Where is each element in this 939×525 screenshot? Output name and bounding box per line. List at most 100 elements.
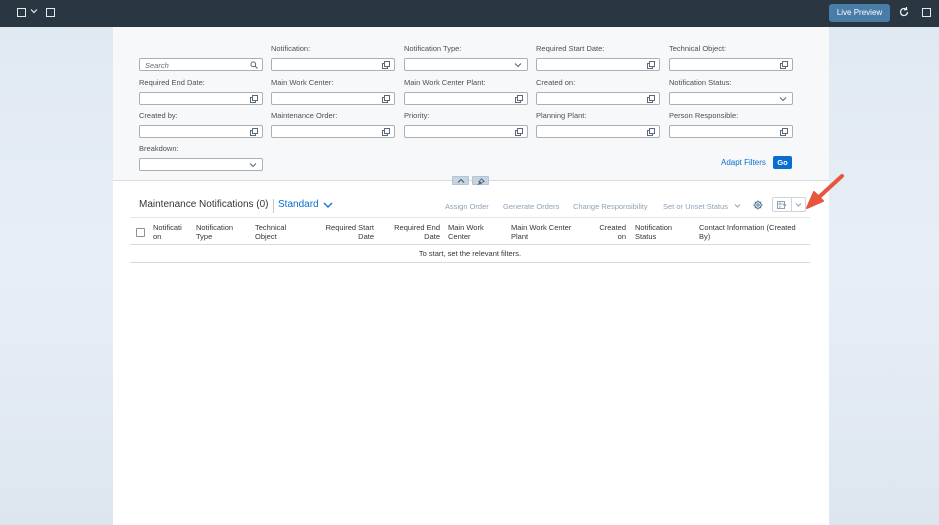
column-header-text: on: [153, 232, 162, 241]
technical-object-field[interactable]: [669, 58, 793, 71]
value-help-icon[interactable]: [780, 128, 788, 136]
column-header-text: Date: [424, 232, 440, 241]
collapse-header-button[interactable]: [452, 176, 469, 185]
column-header-text: Main Work: [448, 223, 484, 232]
filter-technical-object: Technical Object:: [669, 44, 793, 71]
filter-notification-status: Notification Status:: [669, 78, 793, 105]
maintenance-order-field[interactable]: [271, 125, 395, 138]
variant-chevron-icon[interactable]: [323, 201, 333, 209]
value-help-icon[interactable]: [647, 61, 655, 69]
value-help-icon[interactable]: [250, 95, 258, 103]
column-header-text: on: [617, 232, 626, 241]
filter-created-by: Created by:: [139, 111, 263, 138]
assign-order-button[interactable]: Assign Order: [445, 202, 489, 211]
chevron-down-icon[interactable]: [30, 7, 38, 17]
filter-notification-type: Notification Type:: [404, 44, 528, 71]
go-button[interactable]: Go: [773, 156, 792, 169]
filter-main-work-center-plant: Main Work Center Plant:: [404, 78, 528, 105]
filter-label: Notification:: [271, 44, 311, 53]
required-start-date-field[interactable]: [536, 58, 660, 71]
column-header-required-end-date[interactable]: Required End Date: [380, 223, 440, 241]
square-icon[interactable]: [46, 8, 55, 17]
column-header-contact-information[interactable]: Contact Information (Created By): [699, 223, 809, 241]
column-header-text: Notificati: [153, 223, 182, 232]
filter-priority: Priority:: [404, 111, 528, 138]
column-header-main-work-center-plant[interactable]: Main Work Center Plant: [511, 223, 586, 241]
export-chevron-icon[interactable]: [795, 202, 802, 208]
filter-bar: Search Notification: Notification Type: …: [113, 27, 829, 185]
filter-label: Person Responsible:: [669, 111, 739, 120]
priority-field[interactable]: [404, 125, 528, 138]
column-header-text: Technical: [255, 223, 287, 232]
filter-label: Required Start Date:: [536, 44, 605, 53]
column-header-notification-status[interactable]: Notification Status: [635, 223, 690, 241]
adapt-filters-link[interactable]: Adapt Filters: [721, 158, 766, 167]
filter-search: Search: [139, 44, 263, 71]
filter-label: Required End Date:: [139, 78, 205, 87]
column-header-notification[interactable]: Notificati on: [153, 223, 189, 241]
filter-label: [139, 44, 263, 55]
export-divider: [791, 198, 792, 211]
filter-label: Breakdown:: [139, 144, 179, 153]
column-header-text: Object: [255, 232, 277, 241]
search-icon[interactable]: [250, 61, 258, 69]
maximize-icon[interactable]: [922, 8, 931, 17]
gear-icon[interactable]: [753, 200, 763, 210]
filter-created-on: Created on:: [536, 78, 660, 105]
main-work-center-plant-field[interactable]: [404, 92, 528, 105]
planning-plant-field[interactable]: [536, 125, 660, 138]
search-input[interactable]: Search: [139, 58, 263, 71]
filter-planning-plant: Planning Plant:: [536, 111, 660, 138]
filter-label: Main Work Center:: [271, 78, 334, 87]
pin-header-button[interactable]: [472, 176, 489, 185]
column-header-text: Contact Information (Created: [699, 223, 796, 232]
value-help-icon[interactable]: [382, 128, 390, 136]
value-help-icon[interactable]: [647, 95, 655, 103]
chevron-up-icon: [457, 178, 465, 183]
filter-main-work-center: Main Work Center:: [271, 78, 395, 105]
value-help-icon[interactable]: [780, 61, 788, 69]
filter-label: Technical Object:: [669, 44, 727, 53]
column-header-text: Status: [635, 232, 657, 241]
main-work-center-field[interactable]: [271, 92, 395, 105]
variant-selector[interactable]: Standard: [278, 199, 319, 210]
value-help-icon[interactable]: [515, 128, 523, 136]
value-help-icon[interactable]: [647, 128, 655, 136]
created-on-field[interactable]: [536, 92, 660, 105]
filter-notification: Notification:: [271, 44, 395, 71]
filter-required-end-date: Required End Date:: [139, 78, 263, 105]
empty-table-message: To start, set the relevant filters.: [130, 245, 810, 263]
status-chevron-icon[interactable]: [734, 203, 741, 209]
value-help-icon[interactable]: [382, 95, 390, 103]
live-preview-button[interactable]: Live Preview: [829, 4, 890, 22]
value-help-icon[interactable]: [382, 61, 390, 69]
column-header-text: By): [699, 232, 711, 241]
notification-field[interactable]: [271, 58, 395, 71]
export-spreadsheet-icon[interactable]: [777, 200, 787, 210]
breakdown-select[interactable]: [139, 158, 263, 171]
dropdown-icon[interactable]: [779, 95, 787, 103]
change-responsibility-button[interactable]: Change Responsibility: [573, 202, 648, 211]
value-help-icon[interactable]: [515, 95, 523, 103]
column-header-created-on[interactable]: Created on: [590, 223, 626, 241]
value-help-icon[interactable]: [250, 128, 258, 136]
filter-label: Notification Type:: [404, 44, 462, 53]
dropdown-icon[interactable]: [249, 161, 257, 169]
column-header-notification-type[interactable]: Notification Type: [196, 223, 246, 241]
column-header-technical-object[interactable]: Technical Object: [255, 223, 305, 241]
generate-orders-button[interactable]: Generate Orders: [503, 202, 559, 211]
search-placeholder: Search: [145, 61, 169, 70]
person-responsible-field[interactable]: [669, 125, 793, 138]
dropdown-icon[interactable]: [514, 61, 522, 69]
column-header-main-work-center[interactable]: Main Work Center: [448, 223, 503, 241]
column-header-text: Type: [196, 232, 213, 241]
created-by-field[interactable]: [139, 125, 263, 138]
notification-type-select[interactable]: [404, 58, 528, 71]
column-header-required-start-date[interactable]: Required Start Date: [310, 223, 374, 241]
required-end-date-field[interactable]: [139, 92, 263, 105]
window-icon[interactable]: [17, 8, 26, 17]
set-unset-status-button[interactable]: Set or Unset Status: [663, 202, 728, 211]
select-all-checkbox[interactable]: [136, 228, 145, 237]
notification-status-select[interactable]: [669, 92, 793, 105]
refresh-icon[interactable]: [898, 6, 910, 18]
